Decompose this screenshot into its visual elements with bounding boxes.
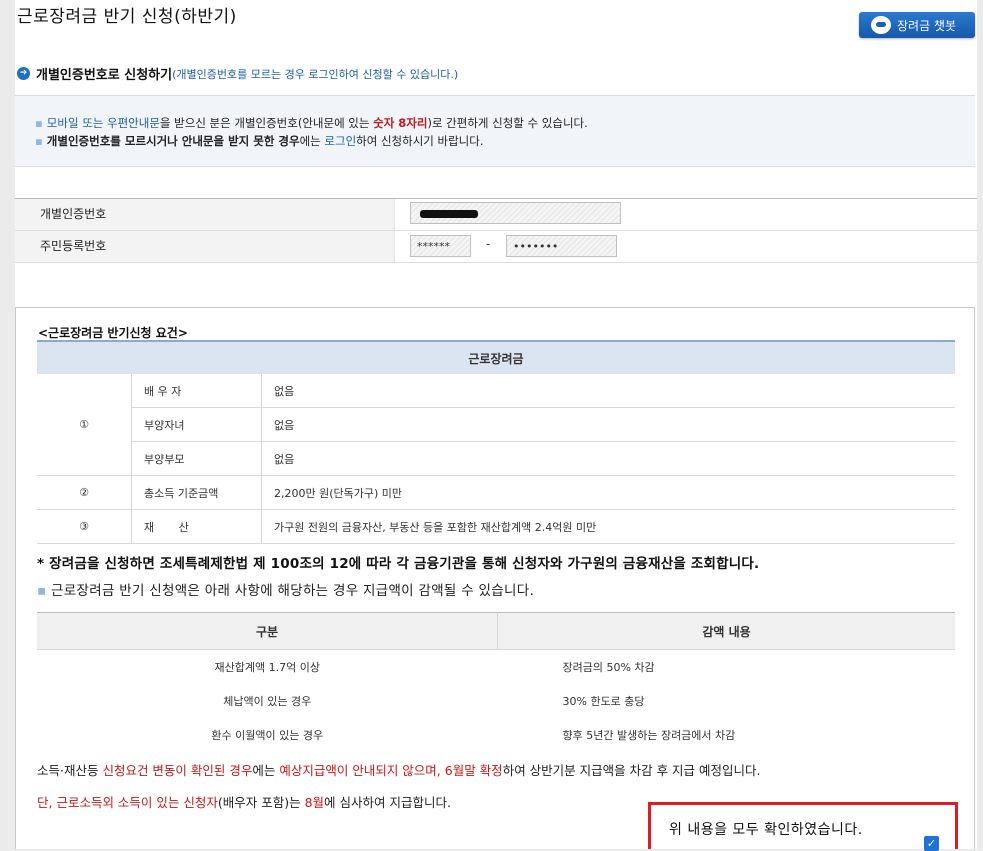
row-value: 없음 <box>261 407 955 442</box>
table-cell: 환수 이월액이 있는 경우 <box>211 729 324 742</box>
section-heading-note: (개별인증번호를 모르는 경우 로그인하여 신청할 수 있습니다.) <box>172 67 459 81</box>
requirements-panel: <근로장려금 반기신청 요건> 근로장려금 ① 배 우 자 없음 부양자녀 없음… <box>15 307 975 849</box>
footer-text: 에 심사하여 지급합니다. <box>324 795 451 810</box>
page-title: 근로장려금 반기 신청(하반기) <box>17 7 237 27</box>
table-row: ③ 재 산 가구원 전원의 금융자산, 부동산 등을 포함한 재산합계액 2.4… <box>37 509 955 544</box>
table-cell: 재산합계액 1.7억 이상 <box>214 661 320 674</box>
requirements-header: 근로장려금 <box>37 340 955 374</box>
section-heading-text: 개별인증번호로 신청하기 <box>36 68 173 83</box>
arrow-right-icon: ➜ <box>17 67 30 80</box>
footer-text: 소득·재산등 <box>37 763 103 778</box>
table-cell: 체납액이 있는 경우 <box>223 695 312 708</box>
footer-emphasis: 예상지급액이 안내되지 않으며, 6월말 확정 <box>279 763 503 778</box>
reduction-table: 구분 감액 내용 재산합계액 1.7억 이상 장려금의 50% 차감 체납액이 … <box>37 612 955 752</box>
row-number: ① <box>37 374 132 476</box>
column-header: 구분 <box>37 612 498 650</box>
footer-emphasis: 단, 근로소득외 소득이 있는 신청자 <box>37 795 218 810</box>
info-line-2: ▪ 개별인증번호를 모르시거나 안내문을 받지 못한 경우에는 로그인하여 신청하… <box>35 133 484 149</box>
inquiry-warning: * 장려금을 신청하면 조세특례제한법 제 100조의 12에 따라 각 금융기… <box>37 556 760 572</box>
footer-emphasis: 신청요건 변동이 확인된 경우 <box>102 763 253 778</box>
footer-text: 에는 <box>252 763 280 778</box>
footer-emphasis: 8월 <box>304 795 325 810</box>
footer-text: (배우자 포함)는 <box>217 795 305 810</box>
table-cell: 30% 한도로 충당 <box>562 695 645 708</box>
row-value: 가구원 전원의 금융자산, 부동산 등을 포함한 재산합계액 2.4억원 미만 <box>261 509 955 544</box>
auth-form: 개별인증번호 주민등록번호 ****** - ••••••• <box>15 198 977 263</box>
confirm-label: 위 내용을 모두 확인하였습니다. <box>669 822 863 838</box>
table-row: ① 배 우 자 없음 <box>37 374 955 476</box>
table-row: ② 총소득 기준금액 2,200만 원(단독가구) 미만 <box>37 475 955 510</box>
section-heading: ➜ 개별인증번호로 신청하기 (개별인증번호를 모르는 경우 로그인하여 신청할… <box>17 64 458 83</box>
row-key: 총소득 기준금액 <box>131 475 262 510</box>
info-box: ▪ 모바일 또는 우편안내문을 받으신 분은 개별인증번호(안내문에 있는 숫자 … <box>15 95 975 167</box>
auth-number-label: 개별인증번호 <box>15 199 395 230</box>
chatbot-button[interactable]: 장려금 챗봇 <box>859 12 975 38</box>
row-key: 부양자녀 <box>131 407 262 442</box>
rrn-label: 주민등록번호 <box>15 231 395 262</box>
rrn-separator: - <box>486 237 491 251</box>
row-value: 없음 <box>261 441 955 476</box>
info-text: 하여 신청하시기 바랍니다. <box>356 134 484 148</box>
bullet-icon: ▪ <box>37 583 47 599</box>
table-row: 부양부모 없음 <box>37 441 955 476</box>
table-row: 환수 이월액이 있는 경우 향후 5년간 발생하는 장려금에서 차감 <box>37 718 955 752</box>
info-text: 을 받으신 분은 개별인증번호(안내문에 있는 <box>159 116 374 130</box>
row-value: 2,200만 원(단독가구) 미만 <box>261 475 955 510</box>
row-number: ③ <box>37 509 132 544</box>
auth-number-input[interactable] <box>410 202 621 224</box>
row-key: 재 산 <box>131 509 262 544</box>
info-text: 에는 <box>299 134 325 148</box>
reduction-notice: ▪ 근로장려금 반기 신청액은 아래 사항에 해당하는 경우 지급액이 감액될 … <box>37 579 534 599</box>
row-key: 배 우 자 <box>131 374 262 408</box>
confirm-box: 위 내용을 모두 확인하였습니다. ✓ <box>648 802 958 851</box>
info-emphasis: 숫자 8자리 <box>373 116 428 130</box>
table-row: 체납액이 있는 경우 30% 한도로 충당 <box>37 684 955 718</box>
requirements-table: 근로장려금 ① 배 우 자 없음 부양자녀 없음 부양부모 없음 ② 총소득 기… <box>37 340 955 544</box>
table-cell: 향후 5년간 발생하는 장려금에서 차감 <box>562 729 736 742</box>
form-row-rrn: 주민등록번호 ****** - ••••••• <box>15 231 977 263</box>
footer-text: 하여 상반기분 지급액을 차감 후 지급 예정입니다. <box>502 763 761 778</box>
row-key: 부양부모 <box>131 441 262 476</box>
footer-note-2: 단, 근로소득외 소득이 있는 신청자(배우자 포함)는 8월에 심사하여 지급… <box>37 792 451 811</box>
login-link[interactable]: 로그인 <box>324 134 356 148</box>
rrn-front-input[interactable]: ****** <box>410 235 471 257</box>
reduction-notice-text: 근로장려금 반기 신청액은 아래 사항에 해당하는 경우 지급액이 감액될 수 … <box>51 583 535 599</box>
requirements-title: <근로장려금 반기신청 요건> <box>38 326 188 340</box>
info-line-1: ▪ 모바일 또는 우편안내문을 받으신 분은 개별인증번호(안내문에 있는 숫자 … <box>35 115 588 131</box>
mobile-mail-link[interactable]: 모바일 또는 우편안내문 <box>47 116 160 130</box>
bullet-icon: ▪ <box>35 116 43 130</box>
column-header: 감액 내용 <box>497 612 955 650</box>
chatbot-label: 장려금 챗봇 <box>897 18 957 33</box>
info-emphasis: 개별인증번호를 모르시거나 안내문을 받지 못한 경우 <box>46 134 300 148</box>
info-text: )로 간편하게 신청할 수 있습니다. <box>427 116 588 130</box>
row-number: ② <box>37 475 132 510</box>
redacted-value <box>420 210 478 218</box>
chatbot-icon <box>871 16 891 34</box>
form-row-auth: 개별인증번호 <box>15 198 977 231</box>
row-value: 없음 <box>261 374 955 408</box>
table-cell: 장려금의 50% 차감 <box>562 661 655 674</box>
bullet-icon: ▪ <box>35 134 43 148</box>
table-row: 부양자녀 없음 <box>37 407 955 442</box>
table-row: 재산합계액 1.7억 이상 장려금의 50% 차감 <box>37 650 955 685</box>
rrn-back-input[interactable]: ••••••• <box>506 235 617 257</box>
footer-note-1: 소득·재산등 신청요건 변동이 확인된 경우에는 예상지급액이 안내되지 않으며… <box>37 760 761 779</box>
page: 근로장려금 반기 신청(하반기) 장려금 챗봇 ➜ 개별인증번호로 신청하기 (… <box>15 0 977 849</box>
